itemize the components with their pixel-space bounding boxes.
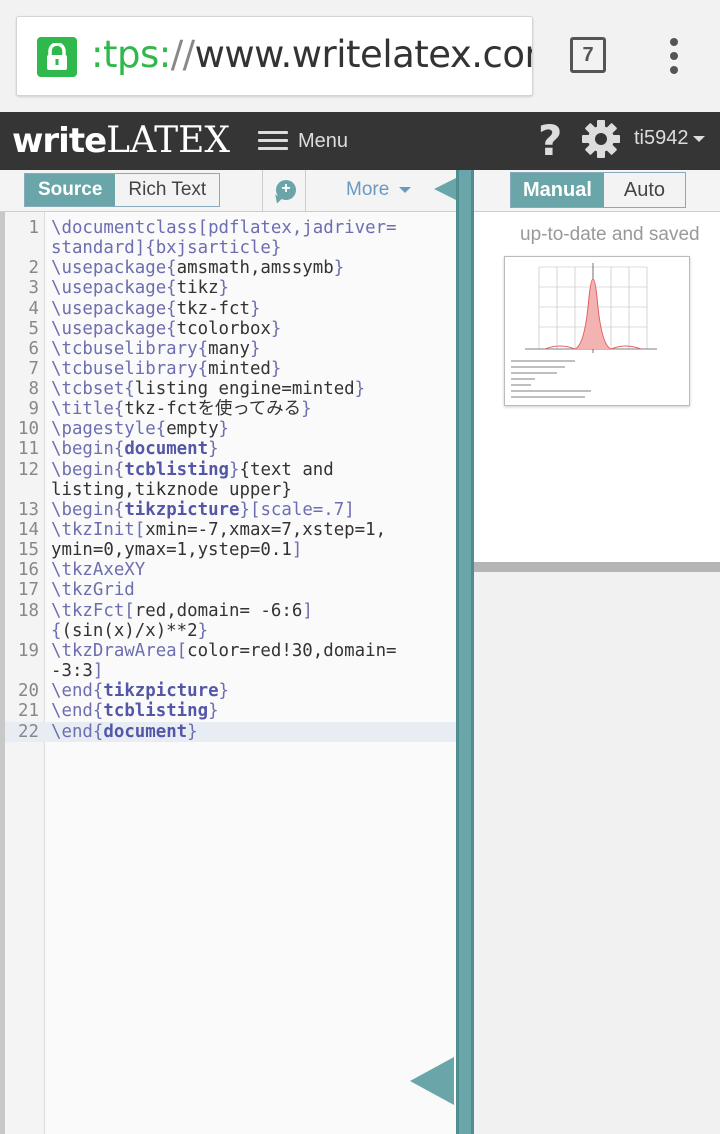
horizontal-pane-splitter[interactable]: [474, 562, 720, 572]
collapse-left-arrow-icon[interactable]: [434, 178, 456, 200]
vertical-pane-splitter[interactable]: [456, 170, 474, 1134]
editor-mode-toggle: Source Rich Text: [24, 173, 221, 207]
save-status: up-to-date and saved: [520, 224, 700, 245]
gear-icon[interactable]: [582, 120, 620, 158]
address-bar[interactable]: :tps://www.writelatex.com/1: [16, 16, 533, 96]
toolbar-divider: [262, 170, 263, 212]
rich-text-mode-button[interactable]: Rich Text: [115, 174, 220, 206]
toolbar-divider: [305, 170, 306, 212]
pdf-page-thumbnail[interactable]: [504, 256, 690, 406]
url-text: :tps://www.writelatex.com/1: [91, 33, 533, 76]
help-icon[interactable]: ?: [538, 116, 562, 165]
tab-switcher-button[interactable]: 7: [570, 37, 606, 73]
manual-compile-button[interactable]: Manual: [511, 173, 604, 207]
chevron-down-icon: [692, 135, 705, 142]
user-menu[interactable]: ti5942: [634, 127, 705, 150]
editor-toolbar: Source Rich Text + More: [0, 170, 456, 212]
add-comment-icon[interactable]: +: [276, 180, 296, 200]
thumbnail-plot-image: [511, 263, 657, 398]
menu-button[interactable]: Menu: [258, 124, 348, 158]
code-editor[interactable]: 1 \documentclass[pdflatex,jadriver= stand…: [0, 212, 456, 1134]
more-button[interactable]: More: [346, 179, 411, 201]
preview-toolbar: Manual Auto: [474, 170, 720, 212]
username: ti5942: [634, 127, 689, 149]
menu-label: Menu: [298, 129, 349, 152]
source-mode-button[interactable]: Source: [25, 174, 116, 206]
auto-compile-button[interactable]: Auto: [603, 173, 686, 207]
browser-toolbar: :tps://www.writelatex.com/1 7: [0, 0, 720, 112]
lock-icon[interactable]: [37, 37, 77, 77]
browser-menu-icon[interactable]: [664, 38, 684, 74]
writelatex-logo[interactable]: writeLATEX: [12, 120, 230, 161]
expand-left-arrow-icon[interactable]: [410, 1057, 454, 1105]
lower-pane: [474, 572, 720, 1134]
chevron-down-icon: [398, 186, 411, 193]
compile-mode-toggle: Manual Auto: [510, 172, 687, 208]
pdf-preview-pane: up-to-date and saved: [474, 212, 720, 564]
hamburger-icon: [258, 131, 288, 151]
